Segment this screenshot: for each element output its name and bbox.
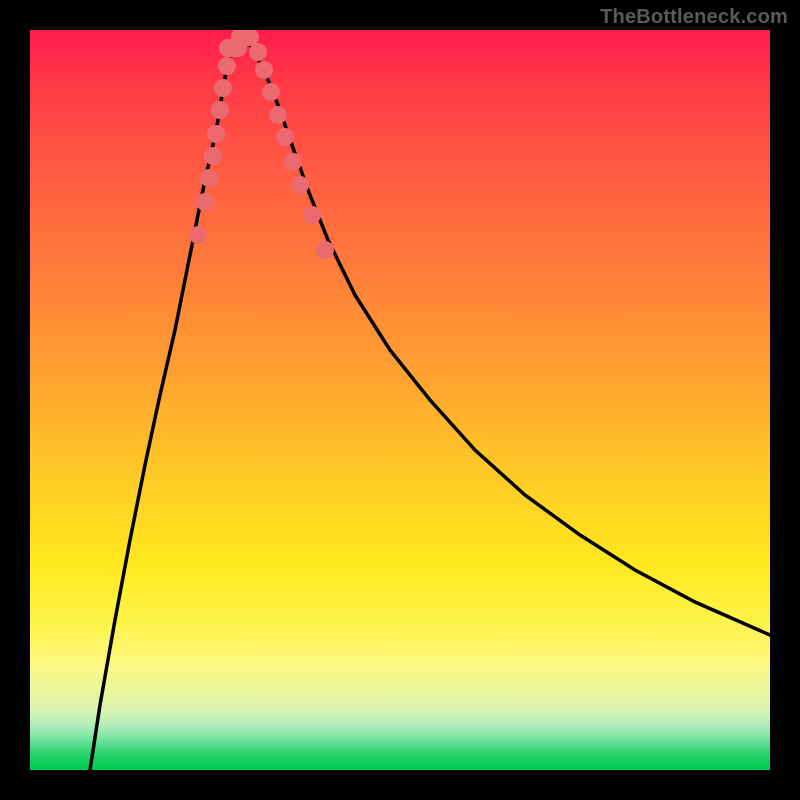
data-point <box>276 128 294 146</box>
data-point <box>218 57 236 75</box>
data-point <box>196 193 214 211</box>
data-point <box>207 125 225 143</box>
data-point <box>284 153 302 171</box>
data-point <box>200 169 218 187</box>
data-point <box>303 206 321 224</box>
data-point <box>204 147 222 165</box>
data-point <box>189 226 207 244</box>
data-point <box>316 241 334 259</box>
watermark-text: TheBottleneck.com <box>600 6 788 29</box>
data-point <box>214 79 232 97</box>
data-point <box>211 101 229 119</box>
data-point <box>269 106 287 124</box>
bottleneck-curve <box>30 30 770 770</box>
chart-plot-area <box>30 30 770 770</box>
data-point <box>291 176 309 194</box>
data-point <box>262 83 280 101</box>
data-point <box>255 61 273 79</box>
data-point <box>249 43 267 61</box>
